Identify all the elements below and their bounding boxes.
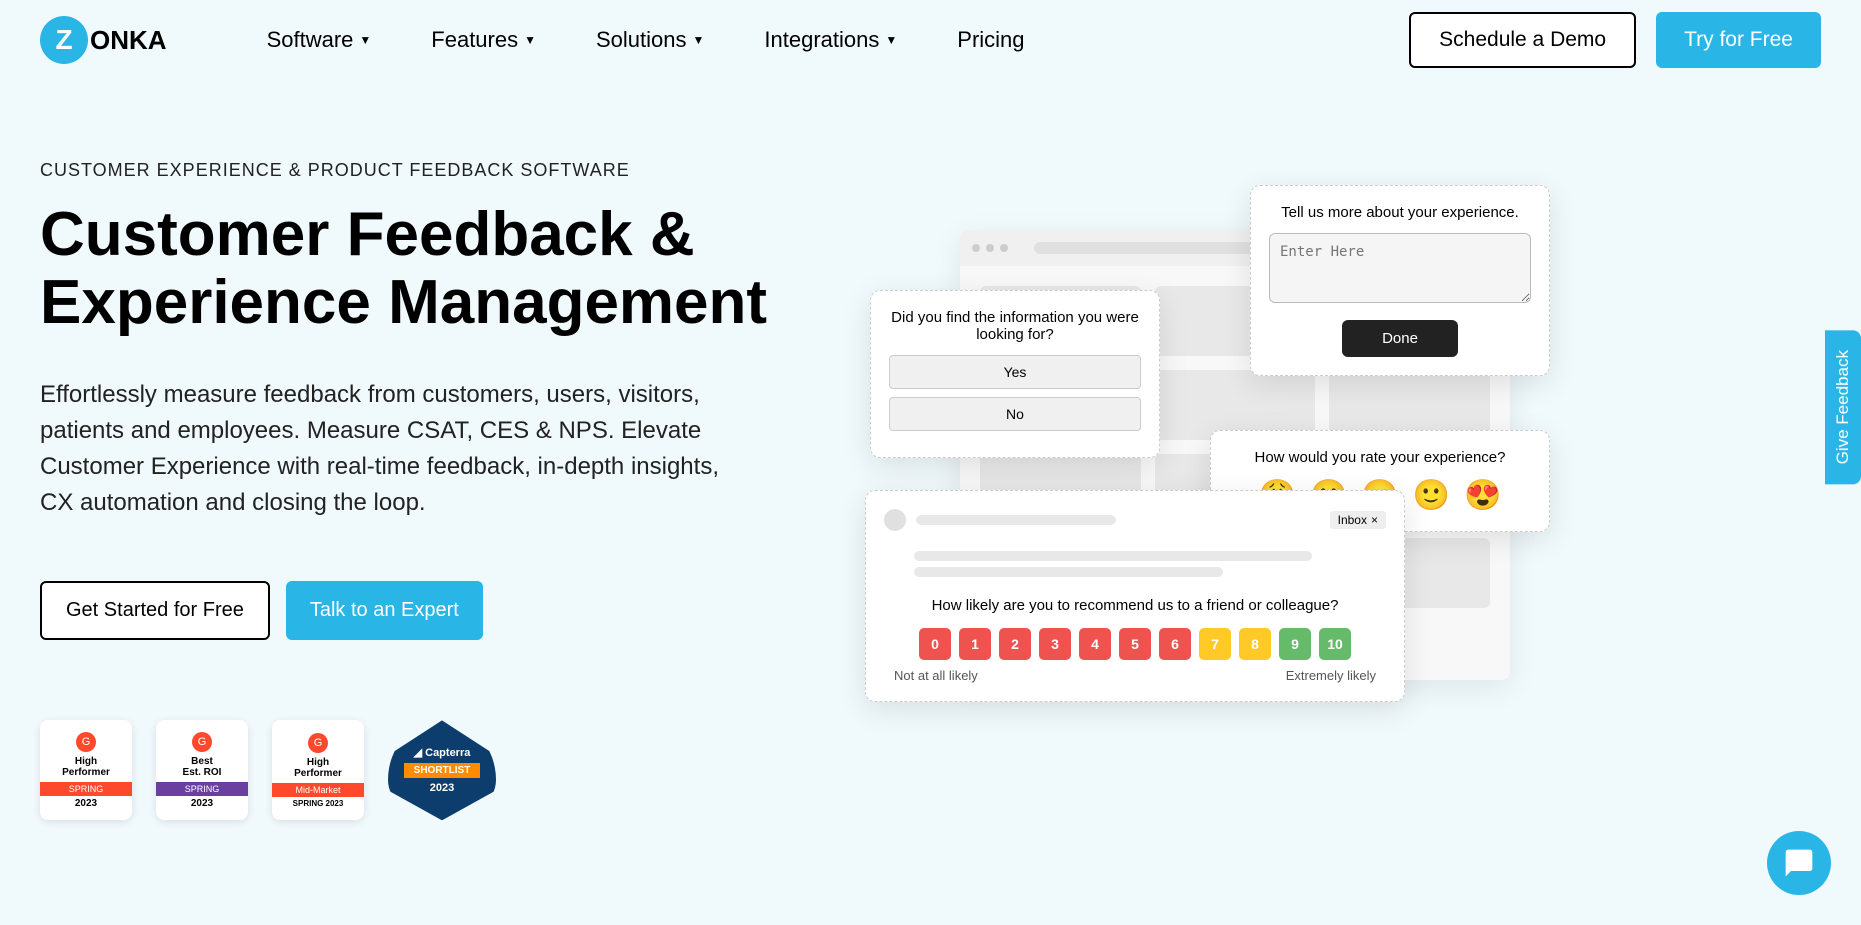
nps-score-1[interactable]: 1 — [959, 628, 991, 660]
nps-score-6[interactable]: 6 — [1159, 628, 1191, 660]
nps-survey-popup: Inbox× How likely are you to recommend u… — [865, 490, 1405, 702]
g2-badge-high-performer: G HighPerformer SPRING 2023 — [40, 720, 132, 820]
nps-low-label: Not at all likely — [894, 668, 978, 683]
survey-question: Did you find the information you were lo… — [889, 309, 1141, 343]
emoji-rating-5[interactable]: 😍 — [1464, 478, 1501, 513]
yes-button[interactable]: Yes — [889, 355, 1141, 389]
g2-badge-best-roi: G BestEst. ROI SPRING 2023 — [156, 720, 248, 820]
nav-features[interactable]: Features▼ — [431, 27, 536, 53]
nps-scale: 012345678910 — [884, 628, 1386, 660]
cta-row: Get Started for Free Talk to an Expert — [40, 581, 800, 640]
inbox-tag[interactable]: Inbox× — [1330, 511, 1386, 529]
eyebrow-text: CUSTOMER EXPERIENCE & PRODUCT FEEDBACK S… — [40, 160, 800, 181]
nps-score-3[interactable]: 3 — [1039, 628, 1071, 660]
chat-icon — [1783, 847, 1815, 879]
g2-badge-mid-market: G HighPerformer Mid-Market SPRING 2023 — [272, 720, 364, 820]
nps-score-7[interactable]: 7 — [1199, 628, 1231, 660]
brand-logo[interactable]: Z ONKA — [40, 16, 167, 64]
survey-question: Tell us more about your experience. — [1269, 204, 1531, 221]
chevron-down-icon: ▼ — [885, 33, 897, 47]
emoji-rating-4[interactable]: 🙂 — [1413, 478, 1450, 513]
feedback-textarea[interactable] — [1269, 233, 1531, 303]
header: Z ONKA Software▼ Features▼ Solutions▼ In… — [0, 0, 1861, 80]
header-actions: Schedule a Demo Try for Free — [1409, 12, 1821, 68]
avatar-icon — [884, 509, 906, 531]
try-free-button[interactable]: Try for Free — [1656, 12, 1821, 68]
nps-score-8[interactable]: 8 — [1239, 628, 1271, 660]
nps-score-0[interactable]: 0 — [919, 628, 951, 660]
nav-integrations[interactable]: Integrations▼ — [764, 27, 897, 53]
g2-icon: G — [192, 732, 212, 752]
give-feedback-tab[interactable]: Give Feedback — [1825, 330, 1861, 484]
get-started-button[interactable]: Get Started for Free — [40, 581, 270, 640]
close-icon[interactable]: × — [1371, 513, 1378, 527]
capterra-badge: ◢ Capterra SHORTLIST 2023 — [388, 720, 496, 820]
nps-score-5[interactable]: 5 — [1119, 628, 1151, 660]
talk-expert-button[interactable]: Talk to an Expert — [286, 581, 483, 640]
done-button[interactable]: Done — [1342, 320, 1458, 357]
logo-icon: Z — [40, 16, 88, 64]
nav-pricing[interactable]: Pricing — [957, 27, 1024, 53]
yesno-survey-popup: Did you find the information you were lo… — [870, 290, 1160, 458]
main-nav: Software▼ Features▼ Solutions▼ Integrati… — [267, 27, 1025, 53]
nps-score-9[interactable]: 9 — [1279, 628, 1311, 660]
survey-question: How would you rate your experience? — [1229, 449, 1531, 466]
nav-software[interactable]: Software▼ — [267, 27, 372, 53]
chevron-down-icon: ▼ — [524, 33, 536, 47]
nps-high-label: Extremely likely — [1286, 668, 1376, 683]
nps-score-4[interactable]: 4 — [1079, 628, 1111, 660]
nps-score-10[interactable]: 10 — [1319, 628, 1351, 660]
hero-illustration: Did you find the information you were lo… — [800, 160, 1821, 820]
page-title: Customer Feedback & Experience Managemen… — [40, 201, 800, 337]
award-badges: G HighPerformer SPRING 2023 G BestEst. R… — [40, 720, 800, 820]
text-feedback-popup: Tell us more about your experience. Done — [1250, 185, 1550, 376]
nps-score-2[interactable]: 2 — [999, 628, 1031, 660]
g2-icon: G — [308, 733, 328, 753]
no-button[interactable]: No — [889, 397, 1141, 431]
chat-widget-button[interactable] — [1767, 831, 1831, 895]
g2-icon: G — [76, 732, 96, 752]
nav-solutions[interactable]: Solutions▼ — [596, 27, 704, 53]
schedule-demo-button[interactable]: Schedule a Demo — [1409, 12, 1636, 68]
hero-section: CUSTOMER EXPERIENCE & PRODUCT FEEDBACK S… — [0, 80, 1861, 820]
chevron-down-icon: ▼ — [359, 33, 371, 47]
nps-question: How likely are you to recommend us to a … — [884, 597, 1386, 614]
hero-description: Effortlessly measure feedback from custo… — [40, 377, 740, 521]
chevron-down-icon: ▼ — [693, 33, 705, 47]
hero-content: CUSTOMER EXPERIENCE & PRODUCT FEEDBACK S… — [40, 160, 800, 820]
brand-name: ONKA — [90, 25, 167, 56]
